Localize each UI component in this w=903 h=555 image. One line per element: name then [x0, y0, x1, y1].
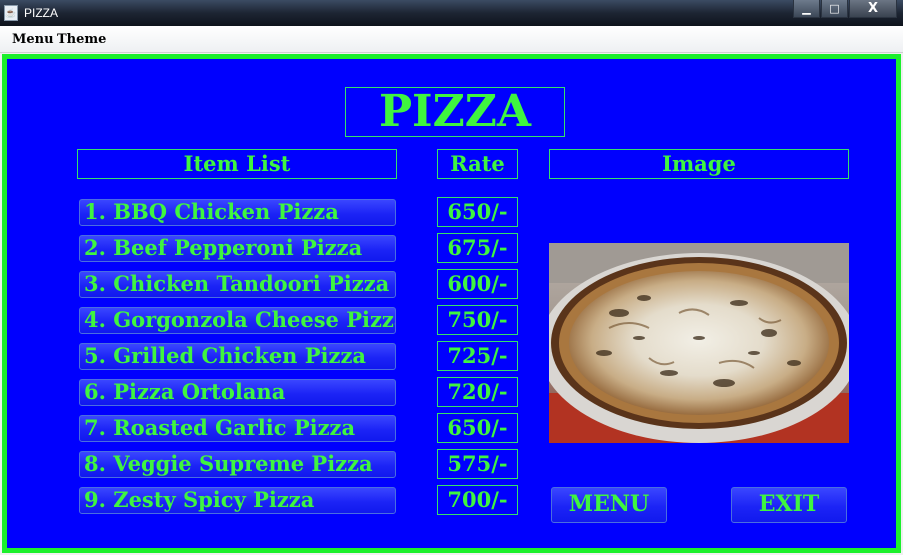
menu-bar: Menu Theme: [0, 26, 903, 53]
rate-header: Rate: [437, 149, 518, 179]
rate-value: 750/-: [437, 305, 518, 335]
item-button-veggie-supreme[interactable]: 8. Veggie Supreme Pizza: [79, 451, 396, 478]
item-button-pizza-ortolana[interactable]: 6. Pizza Ortolana: [79, 379, 396, 406]
item-button-gorgonzola-cheese[interactable]: 4. Gorgonzola Cheese Pizza: [79, 307, 396, 334]
item-list-header: Item List: [77, 149, 397, 179]
item-button-roasted-garlic[interactable]: 7. Roasted Garlic Pizza: [79, 415, 396, 442]
close-button[interactable]: X: [849, 0, 897, 18]
item-button-beef-pepperoni[interactable]: 2. Beef Pepperoni Pizza: [79, 235, 396, 262]
item-button-zesty-spicy[interactable]: 9. Zesty Spicy Pizza: [79, 487, 396, 514]
window-controls: ▁ □ X: [792, 0, 897, 20]
maximize-button[interactable]: □: [821, 0, 848, 18]
pizza-image: [549, 243, 849, 443]
rate-value: 600/-: [437, 269, 518, 299]
item-button-chicken-tandoori[interactable]: 3. Chicken Tandoori Pizza: [79, 271, 396, 298]
java-app-icon: ☕: [4, 5, 18, 21]
main-panel: PIZZA Item List Rate Image 1. BBQ Chicke…: [2, 54, 901, 553]
page-title: PIZZA: [345, 87, 565, 137]
menu-item-menu[interactable]: Menu: [12, 32, 54, 47]
menu-button[interactable]: MENU: [551, 487, 667, 523]
minimize-button[interactable]: ▁: [793, 0, 820, 18]
menu-item-theme[interactable]: Theme: [57, 32, 106, 47]
item-button-bbq-chicken[interactable]: 1. BBQ Chicken Pizza: [79, 199, 396, 226]
item-button-grilled-chicken[interactable]: 5. Grilled Chicken Pizza: [79, 343, 396, 370]
rate-value: 575/-: [437, 449, 518, 479]
window-title-bar: ☕ PIZZA ▁ □ X: [0, 0, 903, 26]
rate-value: 700/-: [437, 485, 518, 515]
rate-value: 650/-: [437, 197, 518, 227]
exit-button[interactable]: EXIT: [731, 487, 847, 523]
rate-value: 675/-: [437, 233, 518, 263]
rate-value: 725/-: [437, 341, 518, 371]
window-title: PIZZA: [24, 6, 59, 20]
image-header: Image: [549, 149, 849, 179]
rate-value: 650/-: [437, 413, 518, 443]
rate-value: 720/-: [437, 377, 518, 407]
